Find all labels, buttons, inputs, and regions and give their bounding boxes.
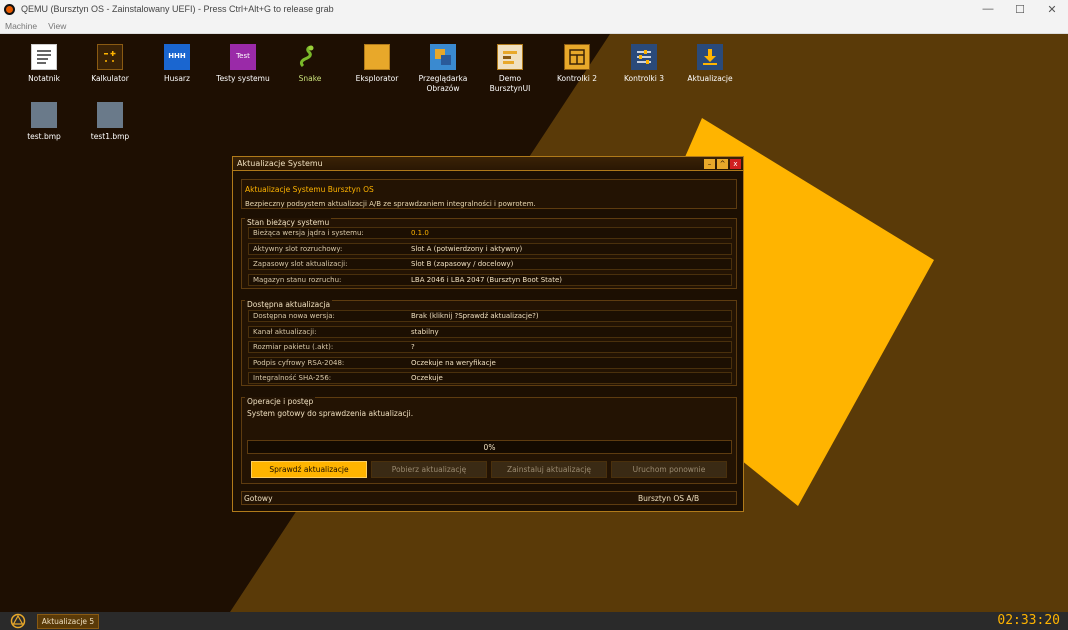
operations-message: System gotowy do sprawdzenia aktualizacj… <box>247 409 414 418</box>
window-close-button[interactable]: x <box>730 159 741 169</box>
host-titlebar: QEMU (Bursztyn OS - Zainstalowany UEFI) … <box>0 0 1068 18</box>
desktop-icon-notatnik[interactable]: Notatnik <box>13 44 75 84</box>
desktop-icon-test-bmp[interactable]: test.bmp <box>13 102 75 142</box>
window-minimize-button[interactable]: – <box>704 159 715 169</box>
host-window-controls: — ☐ ✕ <box>972 0 1068 18</box>
header-title: Aktualizacje Systemu Bursztyn OS <box>245 185 374 194</box>
husarz-icon: HHH <box>164 44 190 70</box>
icon-label: Demo BursztynUI <box>489 74 531 93</box>
kernel-version-value: 0.1.0 <box>411 229 429 237</box>
check-updates-button[interactable]: Sprawdź aktualizacje <box>251 461 367 478</box>
window-titlebar[interactable]: Aktualizacje Systemu <box>233 157 743 171</box>
desktop-icon-testy[interactable]: Test Testy systemu <box>212 44 274 84</box>
info-row: Dostępna nowa wersja: Brak (kliknij ?Spr… <box>248 310 732 322</box>
desktop-icon-demo[interactable]: Demo BursztynUI <box>479 44 541 93</box>
maximize-button[interactable]: ☐ <box>1004 0 1036 18</box>
icon-label: Kalkulator <box>91 74 129 83</box>
progress-label: 0% <box>483 442 496 452</box>
info-row: Podpis cyfrowy RSA-2048: Oczekuje na wer… <box>248 356 732 369</box>
folder-icon <box>364 44 390 70</box>
info-row: Bieżąca wersja jądra i systemu: 0.1.0 <box>248 227 732 239</box>
host-title: QEMU (Bursztyn OS - Zainstalowany UEFI) … <box>21 4 334 14</box>
available-update-title: Dostępna aktualizacja <box>245 300 333 309</box>
current-state-title: Stan bieżący systemu <box>245 218 332 227</box>
download-icon <box>697 44 723 70</box>
desktop-icon-kalkulator[interactable]: Kalkulator <box>79 44 141 84</box>
info-row: Kanał aktualizacji: stabilny <box>248 325 732 338</box>
icon-label: Notatnik <box>28 74 60 83</box>
info-row: Rozmiar pakietu (.akt): ? <box>248 341 732 353</box>
desktop-icon-aktualizacje[interactable]: Aktualizacje <box>679 44 741 84</box>
info-row: Zapasowy slot aktualizacji: Slot B (zapa… <box>248 258 732 270</box>
icon-label: Kontrolki 3 <box>623 74 664 83</box>
info-row: Magazyn stanu rozruchu: LBA 2046 i LBA 2… <box>248 273 732 286</box>
start-menu-icon[interactable] <box>10 613 26 629</box>
desktop-icon-snake[interactable]: Snake <box>279 44 341 84</box>
snake-icon <box>297 44 323 70</box>
close-button[interactable]: ✕ <box>1036 0 1068 18</box>
menu-machine[interactable]: Machine <box>0 21 43 31</box>
calculator-icon <box>97 44 123 70</box>
desktop-icon-kontrolki-2[interactable]: Kontrolki 2 <box>546 44 608 84</box>
info-row: Aktywny slot rozruchowy: Slot A (potwier… <box>248 242 732 255</box>
window-maximize-button[interactable]: ^ <box>717 159 728 169</box>
status-bar: Gotowy Bursztyn OS A/B <box>241 491 737 505</box>
progress-bar: 0% <box>247 440 732 454</box>
demo-icon <box>497 44 523 70</box>
controls-icon <box>564 44 590 70</box>
image-viewer-icon <box>430 44 456 70</box>
icon-label: Husarz <box>164 74 190 83</box>
notepad-icon <box>31 44 57 70</box>
desktop-icon-eksplorator[interactable]: Eksplorator <box>346 44 408 84</box>
status-right: Bursztyn OS A/B <box>638 494 700 503</box>
taskbar-item-aktualizacje[interactable]: Aktualizacje 5 <box>37 614 99 629</box>
taskbar-clock: 02:33:20 <box>997 613 1060 628</box>
qemu-icon <box>4 3 15 15</box>
updates-window: Aktualizacje Systemu – ^ x Aktualizacje … <box>232 156 744 512</box>
desktop-icon-przegladarka[interactable]: Przeglądarka Obrazów <box>412 44 474 93</box>
icon-label: Przeglądarka Obrazów <box>418 74 468 93</box>
icon-label: test.bmp <box>27 132 61 141</box>
menu-view[interactable]: View <box>43 21 72 31</box>
download-update-button[interactable]: Pobierz aktualizację <box>371 461 487 478</box>
host-menubar: Machine View <box>0 18 1068 34</box>
desktop-icon-kontrolki-3[interactable]: Kontrolki 3 <box>613 44 675 84</box>
icon-label: Aktualizacje <box>687 74 733 83</box>
icon-label: Testy systemu <box>216 74 270 83</box>
sliders-icon <box>631 44 657 70</box>
icon-label: test1.bmp <box>90 132 130 141</box>
bmp-file-icon <box>31 102 57 128</box>
status-left: Gotowy <box>244 494 273 503</box>
icon-label: Snake <box>298 74 322 83</box>
header-panel: Aktualizacje Systemu Bursztyn OS Bezpiec… <box>241 179 737 209</box>
desktop-icon-husarz[interactable]: HHH Husarz <box>146 44 208 84</box>
desktop-icon-test1-bmp[interactable]: test1.bmp <box>79 102 141 142</box>
icon-label: Eksplorator <box>355 74 399 83</box>
operations-title: Operacje i postęp <box>245 397 316 406</box>
current-state-group: Stan bieżący systemu Bieżąca wersja jądr… <box>241 218 737 289</box>
minimize-button[interactable]: — <box>972 0 1004 18</box>
taskbar: Aktualizacje 5 02:33:20 <box>0 612 1068 630</box>
icon-label: Kontrolki 2 <box>556 74 597 83</box>
header-subtitle: Bezpieczny podsystem aktualizacji A/B ze… <box>245 200 536 208</box>
install-update-button[interactable]: Zainstaluj aktualizację <box>491 461 607 478</box>
test-icon: Test <box>230 44 256 70</box>
window-title: Aktualizacje Systemu <box>237 159 323 168</box>
restart-button[interactable]: Uruchom ponownie <box>611 461 727 478</box>
available-update-group: Dostępna aktualizacja Dostępna nowa wers… <box>241 300 737 386</box>
info-row: Integralność SHA-256: Oczekuje <box>248 372 732 384</box>
bmp-file-icon <box>97 102 123 128</box>
